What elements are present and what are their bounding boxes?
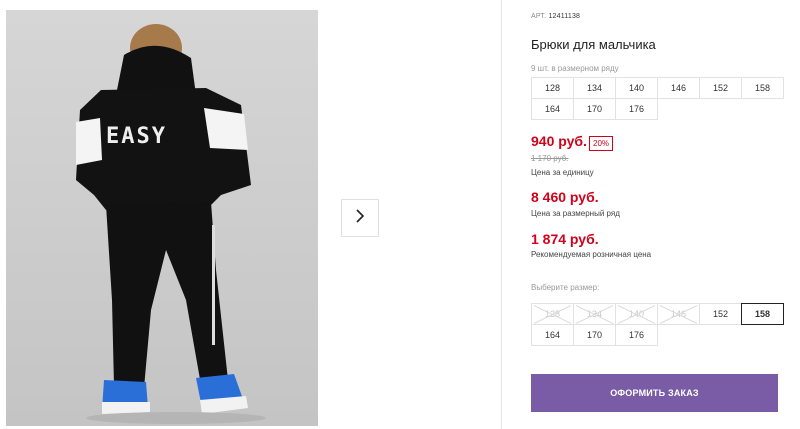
size-range-cell: 176	[615, 98, 658, 120]
size-option-140: 140	[615, 303, 658, 325]
size-option-146: 146	[657, 303, 700, 325]
photo-print-text: EASY	[106, 124, 167, 149]
size-range-cell: 146	[657, 77, 700, 99]
size-option-170[interactable]: 170	[573, 324, 616, 346]
size-range-note: 9 шт. в размерном ряду	[531, 64, 619, 73]
size-range-cell: 134	[573, 77, 616, 99]
size-option-152[interactable]: 152	[699, 303, 742, 325]
article-label: АРТ.	[531, 13, 547, 20]
discount-badge: 20%	[589, 136, 614, 151]
rrp-price-label: Рекомендуемая розничная цена	[531, 250, 652, 259]
size-select-grid: 128 134 140 146 152 158 164 170 176	[531, 303, 784, 346]
size-range-cell: 158	[741, 77, 784, 99]
size-option-164[interactable]: 164	[531, 324, 574, 346]
size-range-grid: 128 134 140 146 152 158 164 170 176	[531, 77, 784, 120]
product-photo[interactable]: EASY	[6, 10, 318, 426]
size-range-cell: 152	[699, 77, 742, 99]
product-gallery: EASY	[0, 0, 502, 429]
current-price: 940 руб.	[531, 133, 587, 149]
row-price-label: Цена за размерный ряд	[531, 209, 620, 218]
size-option-128: 128	[531, 303, 574, 325]
size-range-cell: 128	[531, 77, 574, 99]
size-option-158[interactable]: 158	[741, 303, 784, 325]
size-select-prompt: Выберите размер:	[531, 283, 600, 292]
size-range-cell: 140	[615, 77, 658, 99]
article-value: 12411138	[548, 13, 581, 20]
size-range-cell: 164	[531, 98, 574, 120]
size-option-134: 134	[573, 303, 616, 325]
rrp-price: 1 874 руб.	[531, 231, 599, 247]
unit-price-label: Цена за единицу	[531, 168, 594, 177]
product-title: Брюки для мальчика	[531, 37, 656, 52]
chevron-right-icon	[354, 208, 366, 228]
size-range-cell: 170	[573, 98, 616, 120]
order-button[interactable]: ОФОРМИТЬ ЗАКАЗ	[531, 374, 778, 412]
size-option-176[interactable]: 176	[615, 324, 658, 346]
article-number: АРТ. 12411138	[531, 13, 580, 20]
next-image-button[interactable]	[341, 199, 379, 237]
old-price: 1 170 руб.	[531, 154, 569, 163]
row-price: 8 460 руб.	[531, 189, 599, 205]
